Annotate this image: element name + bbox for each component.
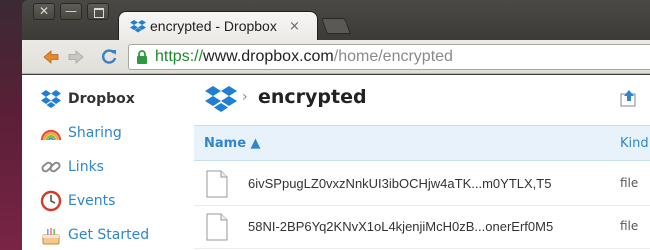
new-tab-button[interactable] — [321, 18, 351, 34]
sidebar-item-links[interactable]: Links — [40, 155, 104, 179]
browser-tab[interactable]: encrypted - Dropbox × — [118, 11, 318, 41]
table-header: Name ▲ Kind — [194, 125, 650, 161]
sidebar-item-label: Events — [68, 193, 116, 209]
dropbox-logo-icon[interactable] — [204, 85, 238, 113]
tab-close-icon[interactable]: × — [289, 19, 300, 34]
file-kind: file — [620, 219, 639, 233]
column-kind-header[interactable]: Kind — [620, 136, 649, 151]
rainbow-icon — [40, 129, 62, 141]
forward-arrow-icon[interactable] — [67, 48, 85, 66]
file-icon — [206, 213, 228, 241]
table-row[interactable]: 6ivSPpugLZ0vxzNnkUI3ibOCHjw4aTK...m0YTLX… — [194, 163, 650, 206]
back-arrow-icon[interactable] — [42, 48, 60, 66]
clock-icon — [40, 190, 62, 212]
window-maximize-button[interactable] — [87, 3, 109, 20]
sidebar-item-label: Links — [68, 159, 104, 175]
sidebar-item-label: Sharing — [68, 125, 122, 141]
title-bar: ✕ — encrypted - Dropbox × — [22, 0, 650, 41]
window-close-button[interactable]: ✕ — [33, 3, 55, 20]
window-minimize-button[interactable]: — — [60, 3, 82, 20]
browser-toolbar: https://www.dropbox.com/home/encrypted — [22, 40, 650, 74]
column-name-header[interactable]: Name ▲ — [204, 136, 261, 151]
sidebar-item-label: Get Started — [68, 227, 150, 243]
dropbox-page: Dropbox Sharing Links Events Get Started… — [22, 75, 650, 250]
sidebar-item-events[interactable]: Events — [40, 189, 115, 213]
browser-window: ✕ — encrypted - Dropbox × https://www.dr… — [22, 0, 650, 250]
breadcrumb-separator: › — [242, 89, 248, 105]
tab-title: encrypted - Dropbox — [150, 18, 277, 34]
file-icon — [206, 170, 228, 198]
reload-icon[interactable] — [100, 48, 118, 66]
page-title: encrypted — [258, 86, 367, 108]
sidebar-item-dropbox[interactable]: Dropbox — [40, 87, 135, 111]
upload-icon[interactable] — [620, 89, 638, 107]
address-bar[interactable]: https://www.dropbox.com/home/encrypted — [128, 44, 650, 70]
lock-icon — [137, 50, 147, 64]
sidebar-item-sharing[interactable]: Sharing — [40, 121, 122, 145]
sidebar-item-label: Dropbox — [68, 91, 135, 107]
file-kind: file — [620, 176, 639, 190]
cake-icon — [42, 228, 60, 245]
link-icon — [41, 161, 61, 173]
sidebar: Dropbox Sharing Links Events Get Started — [22, 75, 194, 250]
file-name[interactable]: 6ivSPpugLZ0vxzNnkUI3ibOCHjw4aTK...m0YTLX… — [248, 176, 551, 191]
file-browser: › encrypted Name ▲ Kind 6ivSPpugLZ0vxzNn… — [194, 75, 650, 250]
file-name[interactable]: 58NI-2BP6Yq2KNvX1oL4kjenjiMcH0zB...onerE… — [248, 219, 553, 234]
url-text: https://www.dropbox.com/home/encrypted — [155, 48, 453, 65]
dropbox-icon — [41, 90, 61, 108]
table-row[interactable]: 58NI-2BP6Yq2KNvX1oL4kjenjiMcH0zB...onerE… — [194, 206, 650, 249]
dropbox-favicon-icon — [130, 20, 146, 33]
sidebar-item-get-started[interactable]: Get Started — [40, 223, 149, 247]
